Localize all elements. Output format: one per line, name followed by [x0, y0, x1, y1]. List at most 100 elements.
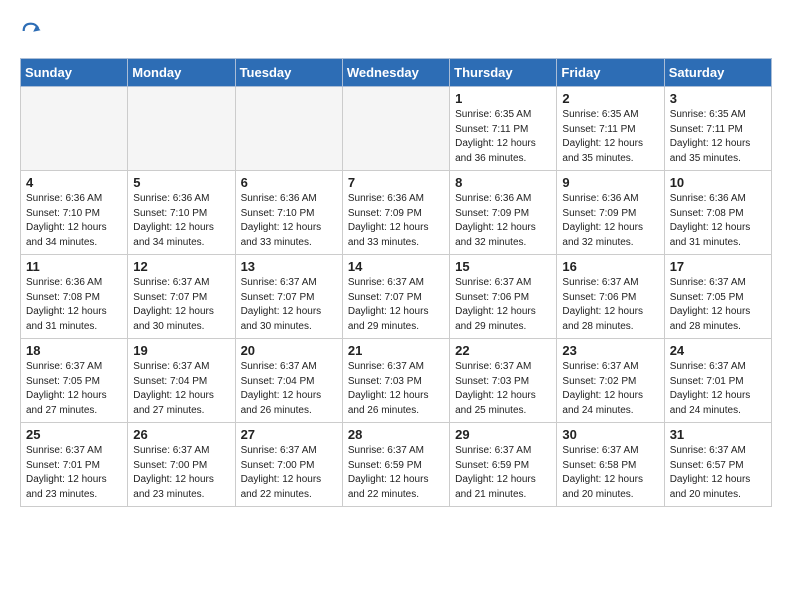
calendar-week-row: 1 Sunrise: 6:35 AM Sunset: 7:11 PM Daylig…: [21, 87, 772, 171]
day-info: Sunrise: 6:37 AM Sunset: 7:05 PM Dayligh…: [26, 360, 122, 418]
calendar-table: SundayMondayTuesdayWednesdayThursdayFrid…: [20, 58, 772, 507]
calendar-day-cell: 18 Sunrise: 6:37 AM Sunset: 7:05 PM Dayli…: [21, 339, 128, 423]
calendar-day-cell: 10 Sunrise: 6:36 AM Sunset: 7:08 PM Dayli…: [664, 171, 771, 255]
calendar-day-cell: 28 Sunrise: 6:37 AM Sunset: 6:59 PM Dayli…: [342, 423, 449, 507]
calendar-week-row: 4Sunrise: 6:36 AM Sunset: 7:10 PM Daylig…: [21, 171, 772, 255]
day-info: Sunrise: 6:36 AM Sunset: 7:10 PM Dayligh…: [26, 192, 122, 250]
day-info: Sunrise: 6:36 AM Sunset: 7:10 PM Dayligh…: [133, 192, 229, 250]
calendar-day-cell: 15Sunrise: 6:37 AM Sunset: 7:06 PM Dayli…: [450, 255, 557, 339]
page-header: [20, 20, 772, 42]
calendar-day-cell: 20Sunrise: 6:37 AM Sunset: 7:04 PM Dayli…: [235, 339, 342, 423]
calendar-day-cell: 27 Sunrise: 6:37 AM Sunset: 7:00 PM Dayli…: [235, 423, 342, 507]
calendar-day-cell: 25 Sunrise: 6:37 AM Sunset: 7:01 PM Dayli…: [21, 423, 128, 507]
day-number: 27: [241, 427, 337, 442]
day-number: 31: [670, 427, 766, 442]
calendar-day-cell: [235, 87, 342, 171]
calendar-day-cell: 17 Sunrise: 6:37 AM Sunset: 7:05 PM Dayli…: [664, 255, 771, 339]
calendar-day-cell: 3 Sunrise: 6:35 AM Sunset: 7:11 PM Daylig…: [664, 87, 771, 171]
calendar-day-header: Tuesday: [235, 59, 342, 87]
day-number: 26: [133, 427, 229, 442]
calendar-day-cell: 7 Sunrise: 6:36 AM Sunset: 7:09 PM Daylig…: [342, 171, 449, 255]
day-number: 24: [670, 343, 766, 358]
day-number: 16: [562, 259, 658, 274]
day-info: Sunrise: 6:37 AM Sunset: 6:59 PM Dayligh…: [455, 444, 551, 502]
calendar-day-cell: 1 Sunrise: 6:35 AM Sunset: 7:11 PM Daylig…: [450, 87, 557, 171]
day-info: Sunrise: 6:37 AM Sunset: 6:59 PM Dayligh…: [348, 444, 444, 502]
day-info: Sunrise: 6:36 AM Sunset: 7:08 PM Dayligh…: [670, 192, 766, 250]
day-info: Sunrise: 6:37 AM Sunset: 7:00 PM Dayligh…: [133, 444, 229, 502]
calendar-day-cell: 5 Sunrise: 6:36 AM Sunset: 7:10 PM Daylig…: [128, 171, 235, 255]
day-number: 17: [670, 259, 766, 274]
day-number: 12: [133, 259, 229, 274]
calendar-day-cell: 23Sunrise: 6:37 AM Sunset: 7:02 PM Dayli…: [557, 339, 664, 423]
day-number: 6: [241, 175, 337, 190]
day-info: Sunrise: 6:37 AM Sunset: 6:58 PM Dayligh…: [562, 444, 658, 502]
calendar-week-row: 18 Sunrise: 6:37 AM Sunset: 7:05 PM Dayli…: [21, 339, 772, 423]
day-info: Sunrise: 6:37 AM Sunset: 7:04 PM Dayligh…: [133, 360, 229, 418]
day-number: 25: [26, 427, 122, 442]
calendar-day-header: Sunday: [21, 59, 128, 87]
calendar-day-cell: 6 Sunrise: 6:36 AM Sunset: 7:10 PM Daylig…: [235, 171, 342, 255]
calendar-day-cell: 26 Sunrise: 6:37 AM Sunset: 7:00 PM Dayli…: [128, 423, 235, 507]
day-number: 21: [348, 343, 444, 358]
day-number: 29: [455, 427, 551, 442]
day-number: 22: [455, 343, 551, 358]
day-info: Sunrise: 6:37 AM Sunset: 6:57 PM Dayligh…: [670, 444, 766, 502]
calendar-day-cell: 19 Sunrise: 6:37 AM Sunset: 7:04 PM Dayli…: [128, 339, 235, 423]
day-info: Sunrise: 6:37 AM Sunset: 7:07 PM Dayligh…: [133, 276, 229, 334]
calendar-day-cell: [128, 87, 235, 171]
calendar-week-row: 25 Sunrise: 6:37 AM Sunset: 7:01 PM Dayli…: [21, 423, 772, 507]
day-info: Sunrise: 6:37 AM Sunset: 7:04 PM Dayligh…: [241, 360, 337, 418]
day-info: Sunrise: 6:37 AM Sunset: 7:07 PM Dayligh…: [241, 276, 337, 334]
calendar-day-cell: 24 Sunrise: 6:37 AM Sunset: 7:01 PM Dayli…: [664, 339, 771, 423]
calendar-day-cell: 29 Sunrise: 6:37 AM Sunset: 6:59 PM Dayli…: [450, 423, 557, 507]
day-number: 5: [133, 175, 229, 190]
logo-icon: [20, 20, 42, 42]
day-info: Sunrise: 6:37 AM Sunset: 7:02 PM Dayligh…: [562, 360, 658, 418]
day-number: 15: [455, 259, 551, 274]
calendar-day-cell: 2 Sunrise: 6:35 AM Sunset: 7:11 PM Daylig…: [557, 87, 664, 171]
day-info: Sunrise: 6:37 AM Sunset: 7:05 PM Dayligh…: [670, 276, 766, 334]
day-number: 28: [348, 427, 444, 442]
day-info: Sunrise: 6:36 AM Sunset: 7:09 PM Dayligh…: [348, 192, 444, 250]
day-info: Sunrise: 6:35 AM Sunset: 7:11 PM Dayligh…: [562, 108, 658, 166]
calendar-day-header: Wednesday: [342, 59, 449, 87]
calendar-day-cell: 22 Sunrise: 6:37 AM Sunset: 7:03 PM Dayli…: [450, 339, 557, 423]
day-info: Sunrise: 6:37 AM Sunset: 7:06 PM Dayligh…: [562, 276, 658, 334]
day-info: Sunrise: 6:37 AM Sunset: 7:03 PM Dayligh…: [455, 360, 551, 418]
day-number: 19: [133, 343, 229, 358]
day-number: 8: [455, 175, 551, 190]
calendar-week-row: 11 Sunrise: 6:36 AM Sunset: 7:08 PM Dayli…: [21, 255, 772, 339]
day-number: 30: [562, 427, 658, 442]
calendar-day-cell: 30 Sunrise: 6:37 AM Sunset: 6:58 PM Dayli…: [557, 423, 664, 507]
day-info: Sunrise: 6:36 AM Sunset: 7:09 PM Dayligh…: [455, 192, 551, 250]
day-info: Sunrise: 6:35 AM Sunset: 7:11 PM Dayligh…: [670, 108, 766, 166]
day-number: 9: [562, 175, 658, 190]
day-info: Sunrise: 6:36 AM Sunset: 7:08 PM Dayligh…: [26, 276, 122, 334]
day-info: Sunrise: 6:37 AM Sunset: 7:01 PM Dayligh…: [670, 360, 766, 418]
calendar-day-cell: 13 Sunrise: 6:37 AM Sunset: 7:07 PM Dayli…: [235, 255, 342, 339]
day-number: 3: [670, 91, 766, 106]
calendar-day-header: Monday: [128, 59, 235, 87]
day-info: Sunrise: 6:36 AM Sunset: 7:10 PM Dayligh…: [241, 192, 337, 250]
calendar-day-cell: 12 Sunrise: 6:37 AM Sunset: 7:07 PM Dayli…: [128, 255, 235, 339]
day-number: 7: [348, 175, 444, 190]
calendar-day-cell: 31 Sunrise: 6:37 AM Sunset: 6:57 PM Dayli…: [664, 423, 771, 507]
day-number: 14: [348, 259, 444, 274]
day-number: 13: [241, 259, 337, 274]
calendar-day-cell: 16 Sunrise: 6:37 AM Sunset: 7:06 PM Dayli…: [557, 255, 664, 339]
day-number: 1: [455, 91, 551, 106]
day-number: 2: [562, 91, 658, 106]
day-info: Sunrise: 6:36 AM Sunset: 7:09 PM Dayligh…: [562, 192, 658, 250]
day-number: 10: [670, 175, 766, 190]
calendar-day-cell: 21 Sunrise: 6:37 AM Sunset: 7:03 PM Dayli…: [342, 339, 449, 423]
day-info: Sunrise: 6:37 AM Sunset: 7:03 PM Dayligh…: [348, 360, 444, 418]
calendar-day-header: Friday: [557, 59, 664, 87]
day-info: Sunrise: 6:37 AM Sunset: 7:00 PM Dayligh…: [241, 444, 337, 502]
day-number: 11: [26, 259, 122, 274]
day-info: Sunrise: 6:37 AM Sunset: 7:01 PM Dayligh…: [26, 444, 122, 502]
day-number: 18: [26, 343, 122, 358]
calendar-day-header: Thursday: [450, 59, 557, 87]
calendar-day-cell: 11 Sunrise: 6:36 AM Sunset: 7:08 PM Dayli…: [21, 255, 128, 339]
day-info: Sunrise: 6:35 AM Sunset: 7:11 PM Dayligh…: [455, 108, 551, 166]
